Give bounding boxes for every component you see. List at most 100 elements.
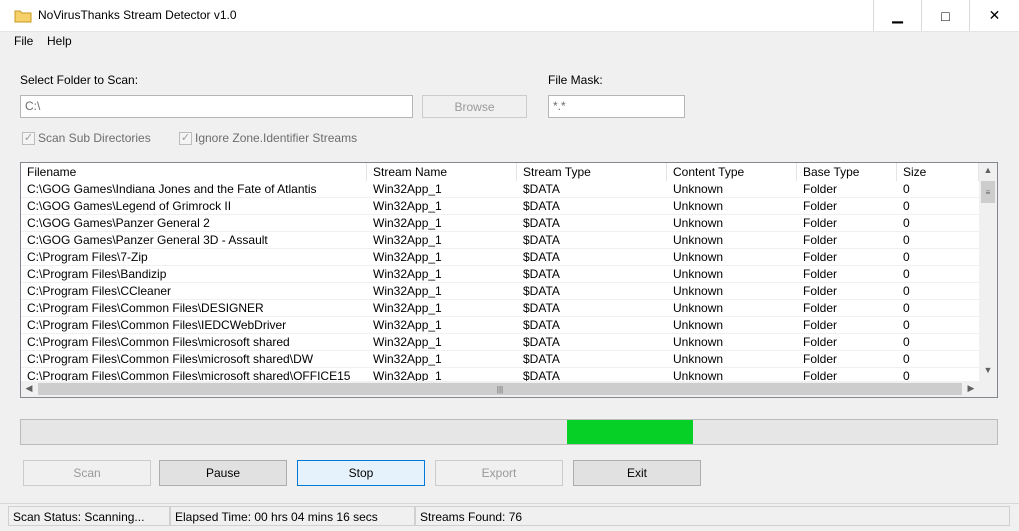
cell-content-type: Unknown xyxy=(673,284,724,298)
cell-size: 0 xyxy=(903,250,910,264)
progress-indicator xyxy=(566,420,694,444)
ignore-zone-identifier-label: Ignore Zone.Identifier Streams xyxy=(195,131,358,145)
exit-button[interactable]: Exit xyxy=(573,460,701,486)
table-row[interactable]: C:\Program Files\Common Files\microsoft … xyxy=(21,334,979,351)
horizontal-scroll-thumb[interactable]: ||| xyxy=(38,383,962,395)
table-row[interactable]: C:\Program Files\Common Files\microsoft … xyxy=(21,368,979,381)
cell-content-type: Unknown xyxy=(673,352,724,366)
cell-stream-type: $DATA xyxy=(523,250,560,264)
scan-sub-directories-label: Scan Sub Directories xyxy=(38,131,151,145)
column-header-base-type[interactable]: Base Type xyxy=(797,163,897,181)
cell-stream-type: $DATA xyxy=(523,301,560,315)
cell-filename: C:\GOG Games\Legend of Grimrock II xyxy=(27,199,232,213)
table-row[interactable]: C:\GOG Games\Panzer General 3D - Assault… xyxy=(21,232,979,249)
cell-stream-name: Win32App_1 xyxy=(373,267,442,281)
cell-filename: C:\Program Files\Bandizip xyxy=(27,267,167,281)
cell-size: 0 xyxy=(903,335,910,349)
cell-base-type: Folder xyxy=(803,318,838,332)
column-header-stream-type[interactable]: Stream Type xyxy=(517,163,667,181)
cell-stream-type: $DATA xyxy=(523,267,560,281)
cell-stream-name: Win32App_1 xyxy=(373,352,442,366)
table-header: Filename Stream Name Stream Type Content… xyxy=(21,163,979,181)
cell-content-type: Unknown xyxy=(673,233,724,247)
scroll-up-icon[interactable]: ▲ xyxy=(979,165,997,175)
menu-help[interactable]: Help xyxy=(47,34,72,48)
column-header-content-type[interactable]: Content Type xyxy=(667,163,797,181)
cell-content-type: Unknown xyxy=(673,250,724,264)
status-bar: Scan Status: Scanning... Elapsed Time: 0… xyxy=(0,503,1019,531)
scroll-right-icon[interactable]: ▶ xyxy=(965,383,977,394)
streams-table[interactable]: Filename Stream Name Stream Type Content… xyxy=(20,162,998,398)
cell-stream-type: $DATA xyxy=(523,352,560,366)
cell-content-type: Unknown xyxy=(673,335,724,349)
cell-stream-type: $DATA xyxy=(523,216,560,230)
cell-content-type: Unknown xyxy=(673,182,724,196)
cell-stream-name: Win32App_1 xyxy=(373,233,442,247)
cell-size: 0 xyxy=(903,199,910,213)
cell-base-type: Folder xyxy=(803,182,838,196)
cell-base-type: Folder xyxy=(803,284,838,298)
cell-content-type: Unknown xyxy=(673,199,724,213)
browse-button[interactable]: Browse xyxy=(422,95,527,118)
cell-base-type: Folder xyxy=(803,250,838,264)
scroll-down-icon[interactable]: ▼ xyxy=(979,365,997,375)
ignore-zone-identifier-checkbox[interactable]: ✓ Ignore Zone.Identifier Streams xyxy=(179,131,357,145)
cell-content-type: Unknown xyxy=(673,369,724,381)
elapsed-time: Elapsed Time: 00 hrs 04 mins 16 secs xyxy=(170,506,415,526)
cell-size: 0 xyxy=(903,369,910,381)
cell-content-type: Unknown xyxy=(673,267,724,281)
cell-filename: C:\GOG Games\Panzer General 3D - Assault xyxy=(27,233,268,247)
maximize-icon: □ xyxy=(941,7,950,24)
close-icon: ✕ xyxy=(988,7,1001,23)
folder-input[interactable]: C:\ xyxy=(20,95,413,118)
cell-size: 0 xyxy=(903,301,910,315)
cell-stream-name: Win32App_1 xyxy=(373,216,442,230)
pause-button[interactable]: Pause xyxy=(159,460,287,486)
cell-base-type: Folder xyxy=(803,301,838,315)
table-row[interactable]: C:\GOG Games\Indiana Jones and the Fate … xyxy=(21,181,979,198)
cell-filename: C:\Program Files\Common Files\microsoft … xyxy=(27,335,290,349)
table-row[interactable]: C:\Program Files\Bandizip Win32App_1 $DATA… xyxy=(21,266,979,283)
file-mask-input[interactable]: *.* xyxy=(548,95,685,118)
cell-stream-type: $DATA xyxy=(523,318,560,332)
stop-button[interactable]: Stop xyxy=(297,460,425,486)
streams-found: Streams Found: 76 xyxy=(415,506,1010,526)
cell-stream-type: $DATA xyxy=(523,182,560,196)
cell-base-type: Folder xyxy=(803,352,838,366)
cell-base-type: Folder xyxy=(803,199,838,213)
scan-button[interactable]: Scan xyxy=(23,460,151,486)
scan-sub-directories-checkbox[interactable]: ✓ Scan Sub Directories xyxy=(22,131,151,145)
cell-stream-type: $DATA xyxy=(523,335,560,349)
cell-size: 0 xyxy=(903,233,910,247)
scroll-left-icon[interactable]: ◀ xyxy=(23,383,35,394)
file-mask-label: File Mask: xyxy=(548,73,603,87)
cell-stream-name: Win32App_1 xyxy=(373,318,442,332)
table-row[interactable]: C:\GOG Games\Panzer General 2 Win32App_1 $… xyxy=(21,215,979,232)
cell-filename: C:\GOG Games\Indiana Jones and the Fate … xyxy=(27,182,317,196)
table-row[interactable]: C:\Program Files\CCleaner Win32App_1 $DATA… xyxy=(21,283,979,300)
menu-file[interactable]: File xyxy=(14,34,33,48)
table-body: C:\GOG Games\Indiana Jones and the Fate … xyxy=(21,181,979,381)
minimize-button[interactable]: ▁ xyxy=(873,0,921,31)
column-header-filename[interactable]: Filename xyxy=(21,163,367,181)
close-button[interactable]: ✕ xyxy=(969,0,1019,31)
horizontal-scrollbar[interactable]: ◀ ||| ▶ xyxy=(21,381,979,397)
column-header-stream-name[interactable]: Stream Name xyxy=(367,163,517,181)
column-header-size[interactable]: Size xyxy=(897,163,979,181)
export-button[interactable]: Export xyxy=(435,460,563,486)
table-row[interactable]: C:\Program Files\Common Files\IEDCWebDri… xyxy=(21,317,979,334)
checkmark-icon: ✓ xyxy=(22,131,35,145)
checkmark-icon: ✓ xyxy=(179,131,192,145)
table-row[interactable]: C:\Program Files\7-Zip Win32App_1 $DATA Unk… xyxy=(21,249,979,266)
vertical-scrollbar[interactable]: ▲ ≡ ▼ xyxy=(979,163,997,381)
vertical-scroll-thumb[interactable]: ≡ xyxy=(981,181,995,203)
cell-stream-type: $DATA xyxy=(523,284,560,298)
cell-stream-type: $DATA xyxy=(523,199,560,213)
table-row[interactable]: C:\Program Files\Common Files\microsoft … xyxy=(21,351,979,368)
maximize-button[interactable]: □ xyxy=(921,0,969,31)
cell-filename: C:\Program Files\Common Files\DESIGNER xyxy=(27,301,264,315)
scan-status: Scan Status: Scanning... xyxy=(8,506,170,526)
table-row[interactable]: C:\Program Files\Common Files\DESIGNER Wi… xyxy=(21,300,979,317)
table-row[interactable]: C:\GOG Games\Legend of Grimrock II Win32A… xyxy=(21,198,979,215)
cell-content-type: Unknown xyxy=(673,216,724,230)
